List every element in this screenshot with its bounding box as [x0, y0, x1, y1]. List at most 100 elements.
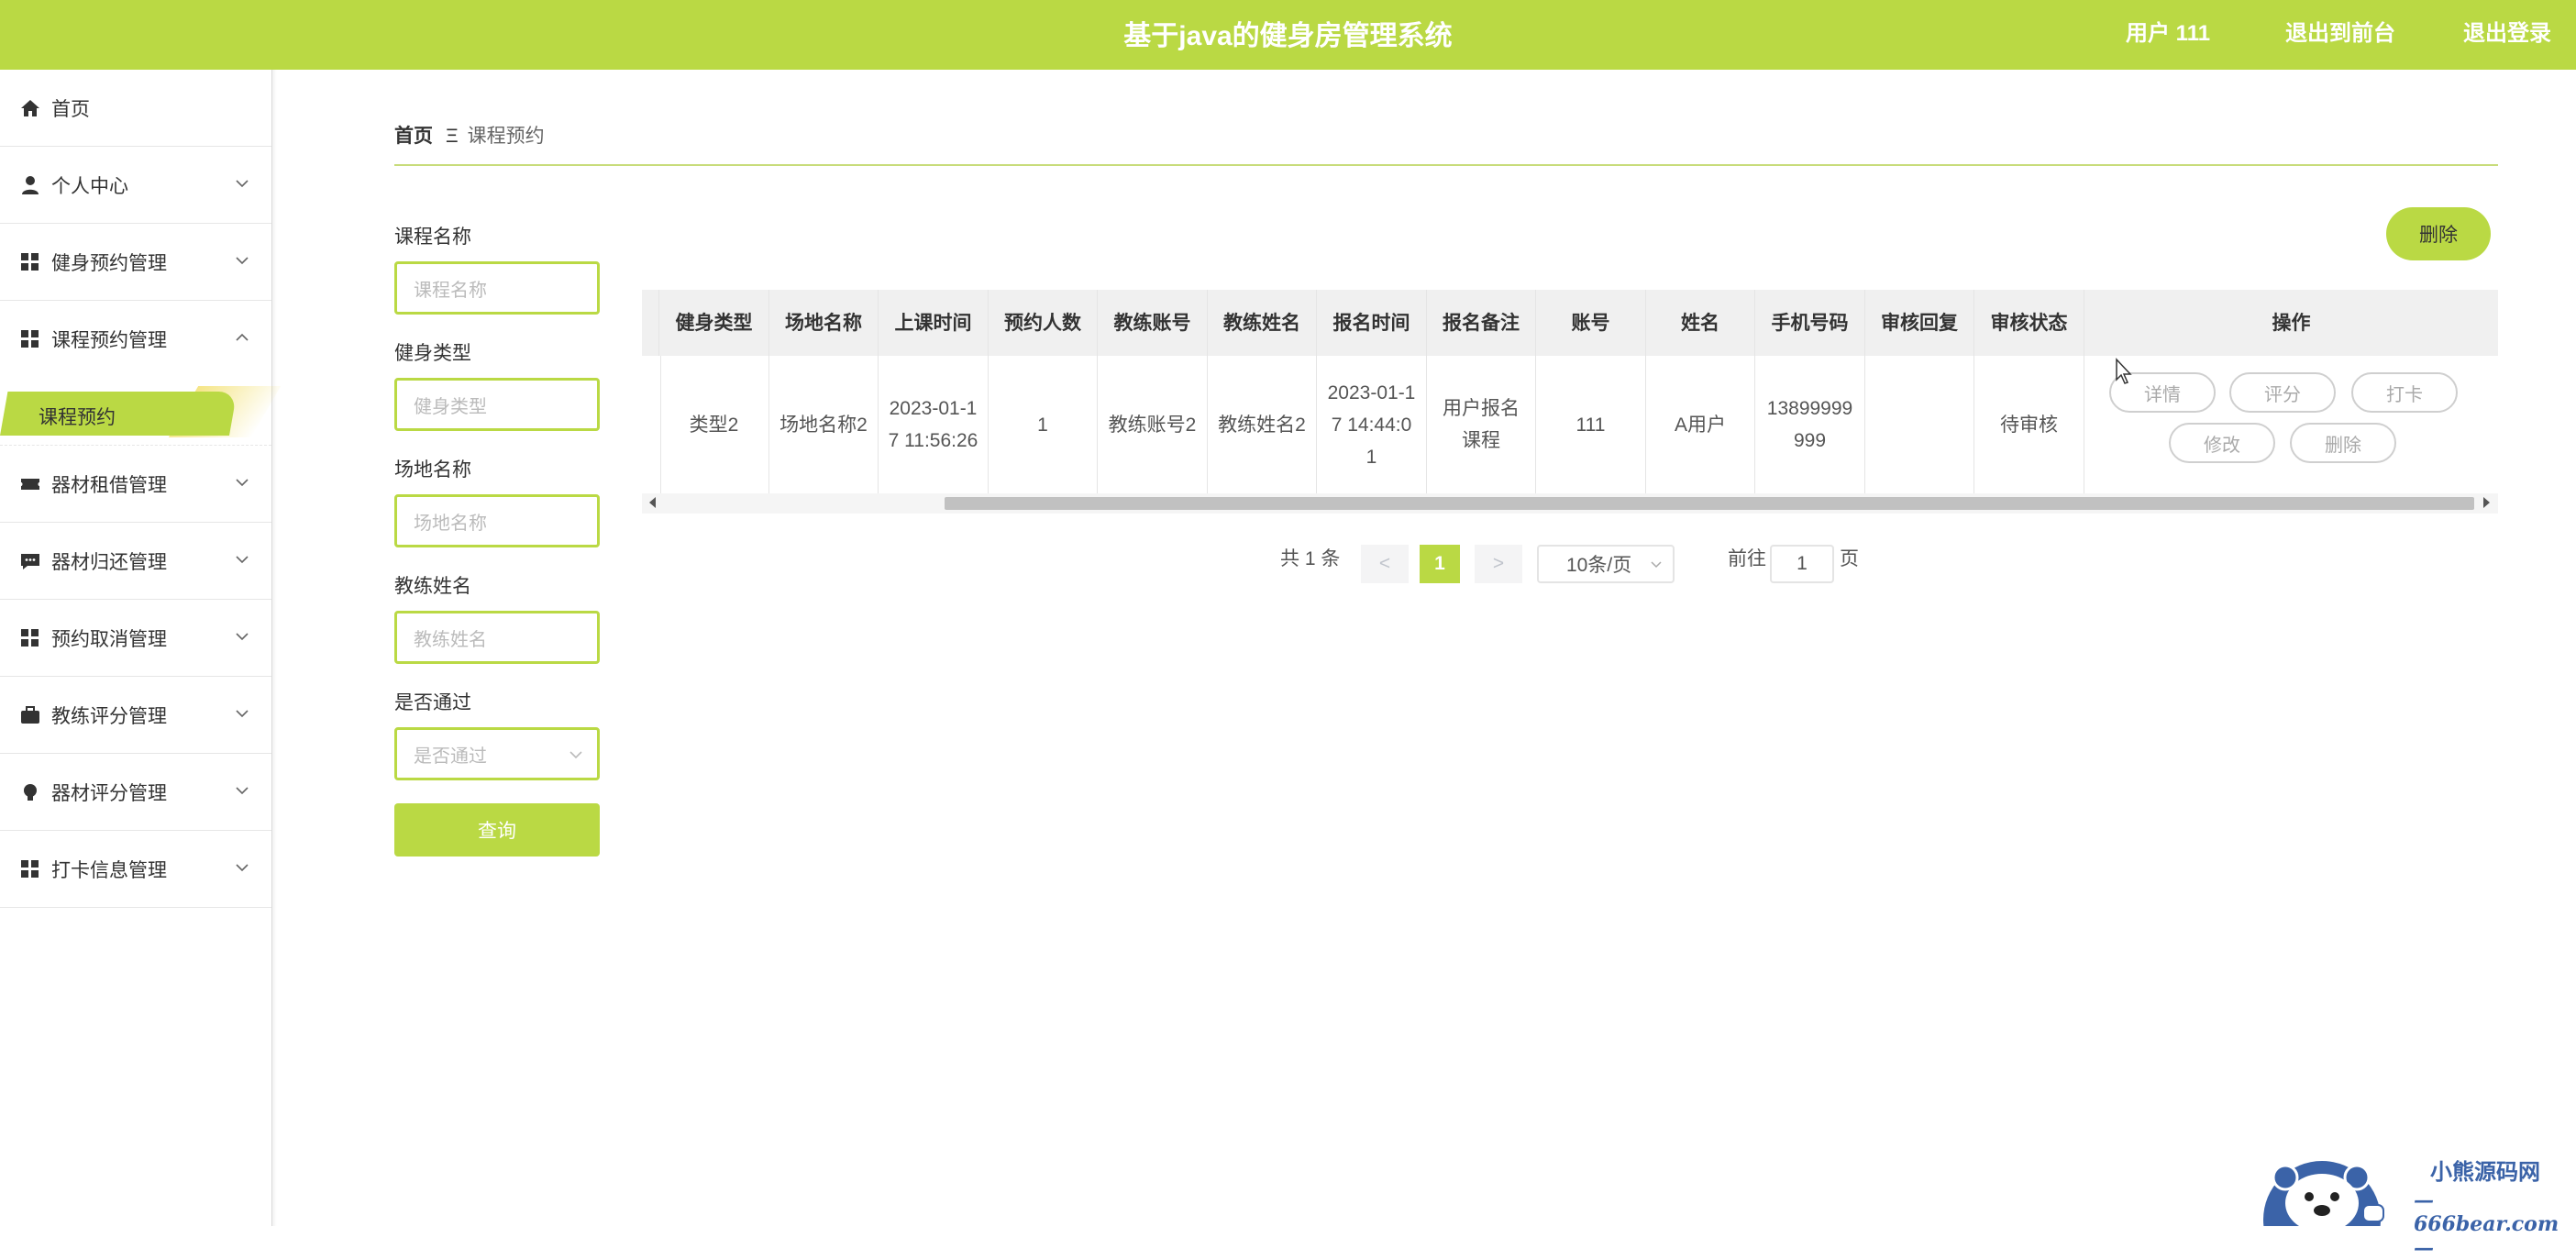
- sidebar-item-checkin-info[interactable]: 打卡信息管理: [0, 831, 271, 908]
- sidebar-item-label: 器材评分管理: [51, 782, 167, 804]
- chevron-down-icon: [1651, 561, 1662, 569]
- watermark-domain: —666bear.com—: [2414, 1188, 2559, 1260]
- user-label[interactable]: 用户 111: [2126, 15, 2210, 47]
- sidebar-item-booking-cancel[interactable]: 预约取消管理: [0, 600, 271, 677]
- sidebar-item-label: 个人中心: [51, 175, 128, 197]
- chevron-down-icon: [236, 556, 249, 564]
- header-fitness-type: 健身类型: [659, 290, 769, 356]
- sidebar-item-equipment-return[interactable]: 器材归还管理: [0, 523, 271, 600]
- header-signup-time: 报名时间: [1317, 290, 1427, 356]
- sidebar-item-label: 器材归还管理: [51, 551, 167, 573]
- sidebar-item-label: 首页: [51, 98, 90, 120]
- course-name-label: 课程名称: [394, 227, 471, 248]
- table-row: 类型2 场地名称2 2023-01-17 11:56:26 1 教练账号2 教练…: [642, 356, 2498, 494]
- next-page-button[interactable]: >: [1475, 545, 1522, 583]
- chevron-down-icon: [236, 710, 249, 718]
- ticket-icon: [20, 474, 40, 494]
- venue-name-input[interactable]: 场地名称: [394, 494, 600, 547]
- sidebar-item-label: 预约取消管理: [51, 628, 167, 650]
- course-name-input[interactable]: 课程名称: [394, 261, 600, 315]
- cell-fitness-type: 类型2: [659, 356, 769, 493]
- chevron-up-icon: [236, 333, 249, 341]
- cell-name: A用户: [1646, 356, 1755, 493]
- sidebar-item-fitness-booking[interactable]: 健身预约管理: [0, 224, 271, 301]
- page-size-select[interactable]: 10条/页: [1537, 545, 1675, 583]
- goto-label: 前往: [1728, 548, 1766, 569]
- back-to-front-link[interactable]: 退出到前台: [2285, 15, 2395, 47]
- cell-coach-account: 教练账号2: [1098, 356, 1208, 493]
- page-suffix: 页: [1840, 548, 1859, 569]
- coach-name-label: 教练姓名: [394, 576, 471, 597]
- header-actions: 操作: [2272, 312, 2311, 334]
- cell-phone: 13899999999: [1755, 356, 1865, 493]
- cell-class-time: 2023-01-17 11:56:26: [879, 356, 989, 493]
- breadcrumb: 首页 Ξ 课程预约: [394, 121, 545, 149]
- prev-page-button[interactable]: <: [1361, 545, 1409, 583]
- breadcrumb-divider: [394, 164, 2498, 166]
- mouse-cursor-icon: [2116, 358, 2132, 384]
- sidebar-item-label: 打卡信息管理: [51, 859, 167, 881]
- course-name-placeholder: 课程名称: [414, 280, 487, 301]
- horizontal-scrollbar[interactable]: [642, 493, 2498, 514]
- scroll-left-icon[interactable]: [649, 497, 656, 508]
- query-button[interactable]: 查询: [394, 803, 600, 857]
- chevron-down-icon: [236, 864, 249, 872]
- watermark-site-name: 小熊源码网: [2430, 1158, 2540, 1185]
- briefcase-icon: [20, 705, 40, 725]
- header-booking-count: 预约人数: [989, 290, 1098, 356]
- sidebar-item-home[interactable]: 首页: [0, 70, 271, 147]
- chevron-down-icon: [236, 479, 249, 487]
- breadcrumb-current: 课程预约: [467, 126, 545, 147]
- cell-review-status: 待审核: [1974, 356, 2084, 493]
- row-delete-button[interactable]: 删除: [2290, 423, 2396, 463]
- header-phone: 手机号码: [1755, 290, 1865, 356]
- sidebar-item-equipment-rental[interactable]: 器材租借管理: [0, 446, 271, 523]
- table-header: 健身类型 场地名称 上课时间 预约人数 教练账号 教练姓名 报名时间 报名备注 …: [642, 290, 2498, 356]
- chevron-down-icon: [236, 257, 249, 265]
- sidebar-item-label: 教练评分管理: [51, 705, 167, 727]
- sidebar-subitem-course-booking[interactable]: 课程预约: [0, 377, 282, 446]
- fitness-type-placeholder: 健身类型: [414, 396, 487, 417]
- scrollbar-thumb[interactable]: [945, 497, 2474, 510]
- header-review-reply: 审核回复: [1865, 290, 1974, 356]
- fitness-type-label: 健身类型: [394, 343, 471, 364]
- sidebar-item-personal-center[interactable]: 个人中心: [0, 147, 271, 224]
- cell-review-reply: [1865, 356, 1974, 493]
- sidebar-item-label: 课程预约管理: [51, 329, 167, 351]
- active-highlight: [0, 392, 238, 436]
- sidebar-item-equipment-rating[interactable]: 器材评分管理: [0, 754, 271, 831]
- home-icon: [20, 98, 40, 118]
- page-number-1[interactable]: 1: [1420, 545, 1460, 583]
- cell-booking-count: 1: [989, 356, 1098, 493]
- header-name: 姓名: [1646, 290, 1755, 356]
- breadcrumb-home[interactable]: 首页: [394, 126, 433, 147]
- watermark-logo: 小熊源码网 —666bear.com—: [2258, 1146, 2576, 1260]
- cell-account: 111: [1536, 356, 1646, 493]
- scroll-right-icon[interactable]: [2483, 497, 2490, 508]
- sidebar: 首页 个人中心 健身预约管理 课程预约管理 课程预约 器材租借管理 器材归还管理…: [0, 70, 282, 1226]
- fitness-type-input[interactable]: 健身类型: [394, 378, 600, 431]
- checkin-button[interactable]: 打卡: [2351, 372, 2458, 413]
- cell-coach-name: 教练姓名2: [1208, 356, 1317, 493]
- delete-button[interactable]: 删除: [2386, 207, 2491, 260]
- approved-select[interactable]: 是否通过: [394, 727, 600, 780]
- goto-page-input[interactable]: 1: [1770, 545, 1834, 583]
- rate-button[interactable]: 评分: [2229, 372, 2336, 413]
- coach-name-input[interactable]: 教练姓名: [394, 611, 600, 664]
- pagination-total: 共 1 条: [1280, 548, 1341, 569]
- data-table: 健身类型 场地名称 上课时间 预约人数 教练账号 教练姓名 报名时间 报名备注 …: [642, 290, 2498, 515]
- sidebar-item-label: 健身预约管理: [51, 252, 167, 274]
- header-coach-account: 教练账号: [1098, 290, 1208, 356]
- logout-link[interactable]: 退出登录: [2463, 15, 2551, 47]
- chevron-down-icon: [569, 751, 582, 759]
- chat-icon: [20, 551, 40, 571]
- grid-icon: [20, 252, 40, 272]
- breadcrumb-separator: Ξ: [446, 126, 459, 147]
- sidebar-subitem-label: 课程预约: [39, 407, 116, 428]
- sidebar-item-coach-rating[interactable]: 教练评分管理: [0, 677, 271, 754]
- sidebar-item-course-booking[interactable]: 课程预约管理: [0, 301, 271, 377]
- edit-button[interactable]: 修改: [2169, 423, 2275, 463]
- grid-icon: [20, 628, 40, 648]
- venue-name-label: 场地名称: [394, 459, 471, 481]
- bulb-icon: [20, 782, 40, 802]
